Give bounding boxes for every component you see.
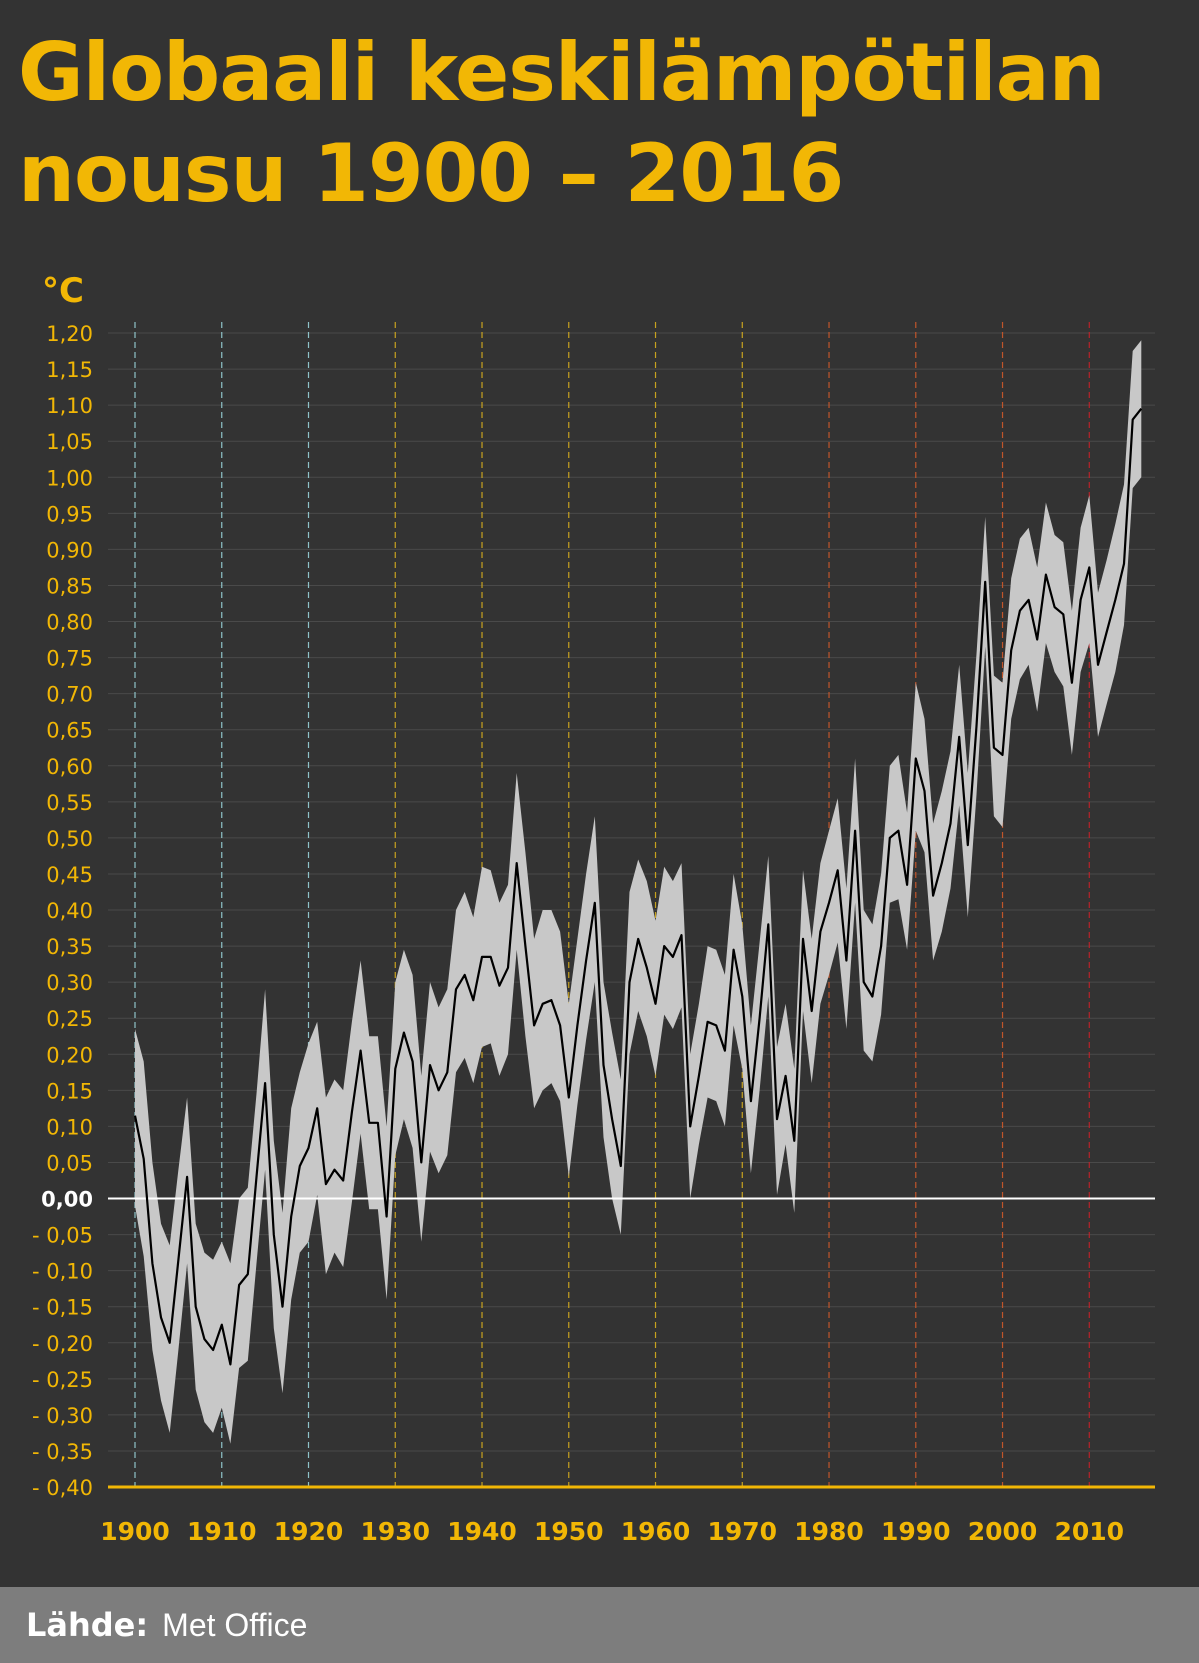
x-tick-label: 1980 bbox=[794, 1517, 864, 1546]
source-footer: Lähde: Met Office bbox=[0, 1587, 1199, 1663]
x-axis-tick-labels: 1900 1910 1920 1930 1940 1950 1960 1970 1980 1990… bbox=[100, 1517, 1124, 1546]
y-tick-label: - 0,05 bbox=[32, 1224, 93, 1248]
y-tick-label: 1,15 bbox=[46, 358, 93, 382]
x-tick-label: 1960 bbox=[621, 1517, 691, 1546]
y-tick-label: 0,95 bbox=[46, 502, 93, 526]
y-tick-label: 0,85 bbox=[46, 574, 93, 598]
y-tick-label: 0,55 bbox=[46, 791, 93, 815]
x-tick-label: 1970 bbox=[707, 1517, 777, 1546]
y-tick-label: 0,70 bbox=[46, 683, 93, 707]
y-axis-tick-labels: 1,20 1,15 1,10 1,05 1,00 0,95 0,90 0,85 0,80 0,75… bbox=[32, 322, 93, 1500]
y-tick-label: 0,20 bbox=[46, 1043, 93, 1067]
y-tick-label: 1,20 bbox=[46, 322, 93, 346]
y-tick-label: 0,50 bbox=[46, 827, 93, 851]
y-tick-label: - 0,10 bbox=[32, 1260, 93, 1284]
y-tick-label: 0,75 bbox=[46, 647, 93, 671]
y-tick-label: 0,45 bbox=[46, 863, 93, 887]
y-tick-label: - 0,40 bbox=[32, 1476, 93, 1500]
y-tick-label: 0,30 bbox=[46, 971, 93, 995]
temperature-chart: °C 1,20 1,15 1,10 1,05 1,00 0,95 0,90 0,85 0,80 0… bbox=[32, 271, 1155, 1546]
y-tick-label: 1,00 bbox=[46, 466, 93, 490]
source-label: Lähde: bbox=[26, 1606, 149, 1644]
x-tick-label: 2010 bbox=[1054, 1517, 1124, 1546]
x-tick-label: 1990 bbox=[881, 1517, 951, 1546]
y-tick-label: 0,65 bbox=[46, 719, 93, 743]
y-tick-label: 0,35 bbox=[46, 935, 93, 959]
y-tick-label: 0,05 bbox=[46, 1151, 93, 1175]
y-tick-label: 0,00 bbox=[41, 1188, 93, 1212]
y-axis-unit-label: °C bbox=[42, 271, 84, 311]
y-tick-label: 1,10 bbox=[46, 394, 93, 418]
y-tick-label: 0,25 bbox=[46, 1007, 93, 1031]
x-tick-label: 1900 bbox=[100, 1517, 170, 1546]
y-tick-label: 0,40 bbox=[46, 899, 93, 923]
y-tick-label: 0,60 bbox=[46, 755, 93, 779]
source-value: Met Office bbox=[162, 1606, 308, 1643]
x-tick-label: 1920 bbox=[274, 1517, 344, 1546]
y-tick-label: - 0,15 bbox=[32, 1296, 93, 1320]
y-tick-label: 0,90 bbox=[46, 538, 93, 562]
y-tick-label: 0,10 bbox=[46, 1115, 93, 1139]
x-tick-label: 2000 bbox=[968, 1517, 1038, 1546]
x-tick-label: 1950 bbox=[534, 1517, 604, 1546]
y-tick-label: 0,15 bbox=[46, 1079, 93, 1103]
x-tick-label: 1930 bbox=[360, 1517, 430, 1546]
y-tick-label: 1,05 bbox=[46, 430, 93, 454]
y-tick-label: - 0,30 bbox=[32, 1404, 93, 1428]
y-tick-label: - 0,25 bbox=[32, 1368, 93, 1392]
y-tick-label: - 0,35 bbox=[32, 1440, 93, 1464]
y-tick-label: - 0,20 bbox=[32, 1332, 93, 1356]
y-tick-label: 0,80 bbox=[46, 611, 93, 635]
x-tick-label: 1940 bbox=[447, 1517, 517, 1546]
x-tick-label: 1910 bbox=[187, 1517, 257, 1546]
